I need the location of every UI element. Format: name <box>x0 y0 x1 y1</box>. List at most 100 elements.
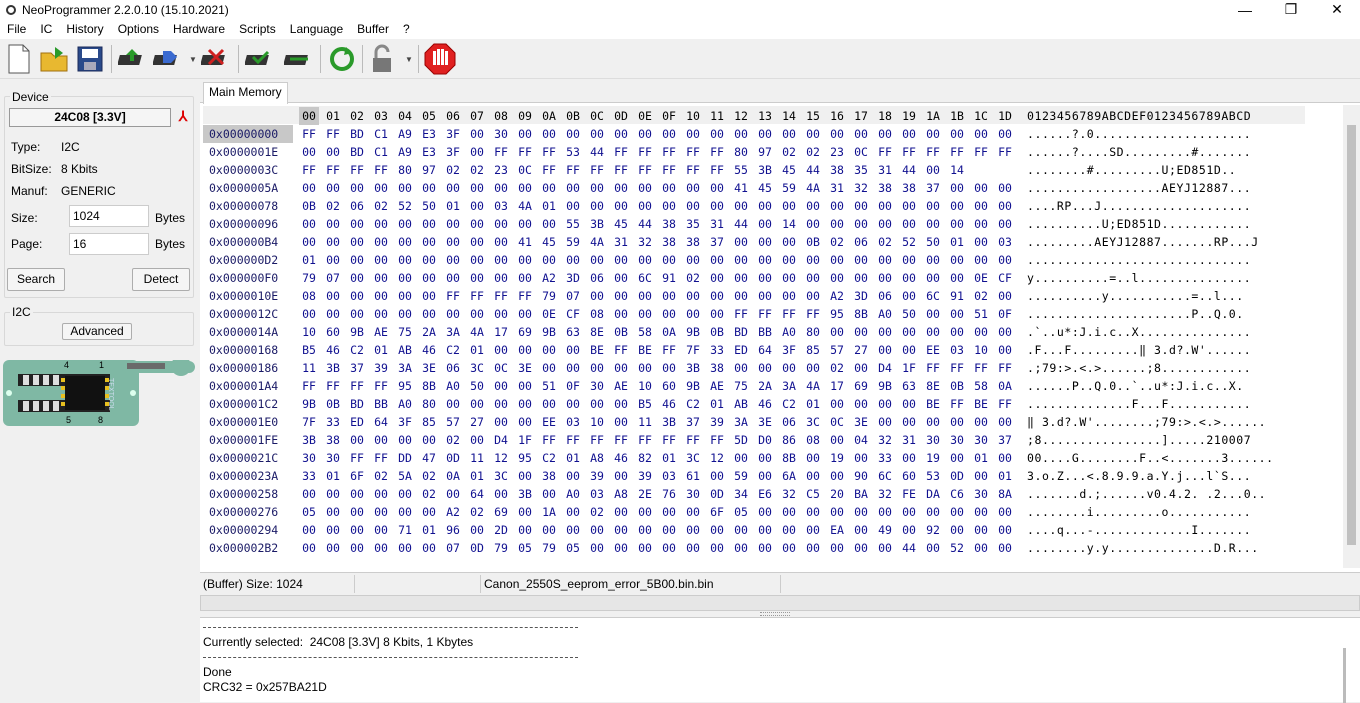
hex-byte[interactable]: 00 <box>467 215 487 233</box>
hex-byte[interactable]: 00 <box>707 287 727 305</box>
hex-byte[interactable]: 00 <box>347 521 367 539</box>
hex-byte[interactable]: 2D <box>491 521 511 539</box>
hex-byte[interactable]: 00 <box>683 197 703 215</box>
hex-byte[interactable]: 00 <box>875 197 895 215</box>
hex-byte[interactable]: 00 <box>659 521 679 539</box>
hex-byte[interactable]: 00 <box>443 269 463 287</box>
hex-byte[interactable]: C2 <box>443 341 463 359</box>
hex-byte[interactable]: 6C <box>923 287 943 305</box>
hex-byte[interactable]: 00 <box>419 233 439 251</box>
hex-row[interactable]: 0x00000078 0B 02 06 02 52 50 01 00 03 4A 01 00 00 00 00… <box>203 197 1305 215</box>
hex-byte[interactable]: 58 <box>971 377 991 395</box>
hex-byte[interactable]: 00 <box>971 503 991 521</box>
hex-byte[interactable]: 30 <box>923 431 943 449</box>
hex-byte[interactable]: 6A <box>779 467 799 485</box>
hex-byte[interactable]: FF <box>635 431 655 449</box>
hex-byte[interactable]: 00 <box>803 539 823 557</box>
hex-byte[interactable]: 00 <box>731 539 751 557</box>
hex-byte[interactable]: 3B <box>755 161 775 179</box>
hex-byte[interactable]: 00 <box>467 305 487 323</box>
hex-byte[interactable]: 00 <box>491 179 511 197</box>
hex-byte[interactable]: 00 <box>995 341 1015 359</box>
hex-byte[interactable]: 00 <box>899 251 919 269</box>
hex-byte[interactable]: 58 <box>635 323 655 341</box>
hex-byte[interactable]: 6F <box>707 503 727 521</box>
hex-byte[interactable]: 03 <box>947 341 967 359</box>
hex-byte[interactable]: 00 <box>899 395 919 413</box>
hex-byte[interactable]: 00 <box>707 467 727 485</box>
hex-row[interactable]: 0x00000096 00 00 00 00 00 00 00 00 00 00 00 55 3B 45 44… <box>203 215 1305 233</box>
hex-byte[interactable]: FF <box>899 143 919 161</box>
hex-byte[interactable]: 00 <box>371 305 391 323</box>
hex-byte[interactable]: 90 <box>851 467 871 485</box>
hex-byte[interactable]: 85 <box>419 413 439 431</box>
hex-byte[interactable]: FF <box>563 431 583 449</box>
hex-byte[interactable]: 00 <box>995 251 1015 269</box>
hex-byte[interactable]: 0E <box>539 305 559 323</box>
hex-byte[interactable]: 00 <box>323 485 343 503</box>
hex-byte[interactable]: 9B <box>683 377 703 395</box>
hex-byte[interactable]: 00 <box>419 431 439 449</box>
hex-byte[interactable]: 00 <box>803 251 823 269</box>
hex-byte[interactable]: 00 <box>491 305 511 323</box>
hex-byte[interactable]: C5 <box>803 485 823 503</box>
hex-byte[interactable]: 00 <box>611 539 631 557</box>
hex-byte[interactable]: 00 <box>587 395 607 413</box>
hex-row[interactable]: 0x00000276 05 00 00 00 00 00 A2 02 69 00 1A 00 02 00 00… <box>203 503 1305 521</box>
hex-byte[interactable]: AB <box>395 341 415 359</box>
hex-byte[interactable]: 00 <box>755 215 775 233</box>
hex-byte[interactable]: 8B <box>419 377 439 395</box>
hex-byte[interactable]: 2A <box>419 323 439 341</box>
hex-byte[interactable]: 3B <box>683 359 703 377</box>
hex-byte[interactable]: 00 <box>755 521 775 539</box>
hex-byte[interactable]: 00 <box>923 125 943 143</box>
hex-byte[interactable]: 00 <box>851 359 871 377</box>
hex-byte[interactable]: 00 <box>707 539 727 557</box>
hex-byte[interactable]: 00 <box>755 233 775 251</box>
hex-byte[interactable]: 06 <box>443 359 463 377</box>
hex-byte[interactable]: FF <box>611 341 631 359</box>
hex-byte[interactable]: 00 <box>803 503 823 521</box>
hex-byte[interactable]: 00 <box>443 179 463 197</box>
hex-byte[interactable]: 00 <box>779 287 799 305</box>
hex-byte[interactable]: 00 <box>491 377 511 395</box>
hex-byte[interactable]: 60 <box>659 377 679 395</box>
hex-byte[interactable]: 00 <box>683 503 703 521</box>
hex-byte[interactable]: 38 <box>539 467 559 485</box>
hex-byte[interactable]: 00 <box>659 539 679 557</box>
hex-byte[interactable]: 33 <box>323 413 343 431</box>
hex-byte[interactable]: 00 <box>731 251 751 269</box>
hex-byte[interactable]: 00 <box>635 503 655 521</box>
hex-byte[interactable]: 37 <box>923 179 943 197</box>
hex-byte[interactable]: 39 <box>707 413 727 431</box>
hex-row[interactable]: 0x0000023A 33 01 6F 02 5A 02 0A 01 3C 00 38 00 39 00 39… <box>203 467 1305 485</box>
hex-byte[interactable]: BE <box>923 395 943 413</box>
hex-byte[interactable]: 38 <box>899 179 919 197</box>
hex-row[interactable]: 0x00000294 00 00 00 00 71 01 96 00 2D 00 00 00 00 00 00… <box>203 521 1305 539</box>
hex-byte[interactable]: 11 <box>299 359 319 377</box>
hex-byte[interactable]: 38 <box>659 215 679 233</box>
hex-byte[interactable]: 00 <box>707 269 727 287</box>
hex-byte[interactable]: FF <box>731 305 751 323</box>
hex-byte[interactable]: 0A <box>995 377 1015 395</box>
hex-byte[interactable]: 53 <box>563 143 583 161</box>
hex-byte[interactable]: 00 <box>971 125 991 143</box>
hex-byte[interactable]: 1F <box>899 359 919 377</box>
hex-byte[interactable]: A2 <box>443 503 463 521</box>
hex-byte[interactable]: 00 <box>971 323 991 341</box>
hex-byte[interactable]: 01 <box>971 449 991 467</box>
hex-byte[interactable]: 00 <box>323 521 343 539</box>
hex-byte[interactable]: FF <box>299 125 319 143</box>
hex-byte[interactable]: 30 <box>299 449 319 467</box>
hex-byte[interactable]: 00 <box>659 359 679 377</box>
hex-byte[interactable]: 06 <box>347 197 367 215</box>
hex-byte[interactable]: 30 <box>323 449 343 467</box>
hex-byte[interactable]: 30 <box>947 431 967 449</box>
hex-byte[interactable]: 3B <box>587 215 607 233</box>
hex-byte[interactable]: BD <box>347 395 367 413</box>
hex-byte[interactable]: 55 <box>731 161 751 179</box>
hex-byte[interactable]: 00 <box>899 197 919 215</box>
hex-byte[interactable]: 00 <box>731 197 751 215</box>
hex-byte[interactable]: 00 <box>707 197 727 215</box>
hex-byte[interactable]: 05 <box>563 539 583 557</box>
